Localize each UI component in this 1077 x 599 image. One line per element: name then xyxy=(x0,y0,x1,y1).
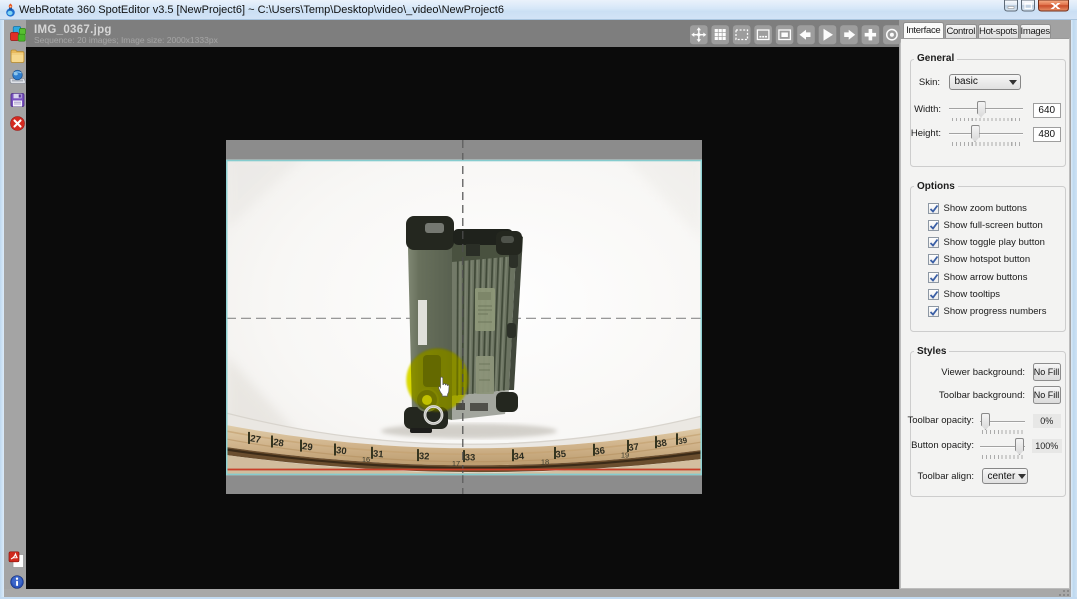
svg-text:35: 35 xyxy=(555,449,567,461)
svg-text:28: 28 xyxy=(272,437,284,450)
svg-text:38: 38 xyxy=(656,438,668,451)
svg-text:30: 30 xyxy=(335,445,347,457)
svg-text:18: 18 xyxy=(541,457,549,466)
svg-text:36: 36 xyxy=(594,445,606,457)
svg-text:16: 16 xyxy=(362,455,370,464)
svg-text:37: 37 xyxy=(628,442,640,454)
svg-text:31: 31 xyxy=(372,449,384,461)
svg-text:33: 33 xyxy=(465,452,476,463)
svg-text:17: 17 xyxy=(452,459,460,468)
svg-text:29: 29 xyxy=(301,441,313,453)
svg-text:32: 32 xyxy=(419,451,430,463)
svg-text:27: 27 xyxy=(249,433,261,446)
svg-text:34: 34 xyxy=(513,451,525,463)
